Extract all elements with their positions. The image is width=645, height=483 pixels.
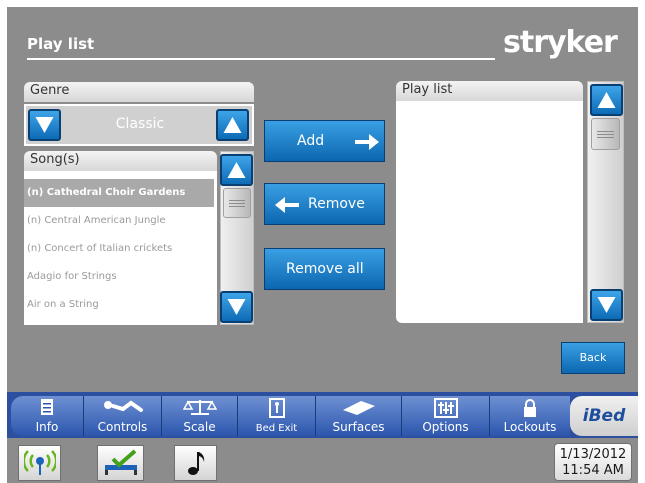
playlist-header: Play list [396,81,583,101]
genre-value: Classic [115,116,165,132]
arrow-up-icon [223,117,242,133]
playlist-scrollbar[interactable] [587,81,624,323]
tab-bed-exit-label: Bed Exit [255,423,298,434]
song-item-3[interactable]: Adagio for Strings [24,263,214,291]
tab-lockouts-label: Lockouts [503,420,557,434]
wireless-button[interactable] [18,445,61,481]
arrow-down-icon [597,297,616,313]
song-item-2[interactable]: (n) Concert of Italian crickets [24,235,214,263]
songs-header: Song(s) [24,151,217,171]
date-text: 1/13/2012 [559,447,627,462]
tab-info[interactable]: Info [11,396,83,436]
page-title: Play list [27,35,95,53]
arrow-up-icon [227,162,246,178]
playlist-scroll-thumb[interactable] [591,118,620,150]
patient-controls-icon [103,400,143,412]
music-button[interactable] [174,445,217,481]
song-list: (n) Cathedral Choir Gardens (n) Central … [24,171,217,325]
scale-icon [182,400,217,415]
tab-controls-label: Controls [97,420,148,434]
song-scroll-down-button[interactable] [220,291,253,323]
tab-surfaces[interactable]: Surfaces [315,396,401,436]
tab-bed-exit[interactable]: Bed Exit [237,396,315,436]
songs-label: Song(s) [30,152,80,167]
bed-exit-icon [268,398,285,418]
add-button[interactable]: Add [264,120,385,162]
stryker-logo: stryker [503,25,618,60]
options-sliders-icon [433,398,458,418]
playlist-scroll-down-button[interactable] [590,289,623,321]
lock-icon [524,399,536,417]
info-icon [41,399,53,415]
screen: Play list stryker Genre Classic Song(s) … [7,7,638,483]
song-scroll-up-button[interactable] [220,154,253,186]
tab-scale-label: Scale [183,420,216,434]
tab-lockouts[interactable]: Lockouts [489,396,570,436]
datetime-display: 1/13/2012 11:54 AM [554,443,632,481]
genre-selector: Classic [24,104,254,146]
song-item-4[interactable]: Air on a String [24,291,214,319]
playlist-list [396,101,583,323]
song-scroll-thumb[interactable] [223,188,251,218]
bed-status-icon [105,449,137,475]
wireless-icon [24,450,56,475]
remove-all-label: Remove all [286,261,364,277]
ibed-tab[interactable]: iBed [570,396,638,436]
add-label: Add [297,133,325,149]
tab-scale[interactable]: Scale [161,396,237,436]
song-item-0[interactable]: (n) Cathedral Choir Gardens [24,179,214,207]
tab-options[interactable]: Options [401,396,489,436]
bed-status-button[interactable] [97,445,144,481]
tab-info-label: Info [35,420,59,434]
tab-options-label: Options [422,420,469,434]
title-divider [27,58,495,60]
time-text: 11:54 AM [562,463,624,478]
remove-all-button[interactable]: Remove all [264,248,385,290]
tab-surfaces-label: Surfaces [332,420,385,434]
remove-label: Remove [308,196,365,212]
remove-button[interactable]: Remove [264,183,385,225]
genre-label: Genre [30,83,70,98]
song-item-1[interactable]: (n) Central American Jungle [24,207,214,235]
arrow-down-icon [35,117,54,133]
genre-header: Genre [24,82,254,102]
arrow-left-icon [275,197,299,213]
surfaces-icon [342,401,375,415]
playlist-scroll-up-button[interactable] [590,84,623,116]
playlist-label: Play list [402,82,453,97]
back-button[interactable]: Back [561,342,625,374]
tab-controls[interactable]: Controls [83,396,161,436]
music-note-icon [188,452,205,475]
arrow-up-icon [597,92,616,108]
arrow-down-icon [227,299,246,315]
genre-down-button[interactable] [28,109,61,141]
arrow-right-icon [355,134,379,150]
genre-up-button[interactable] [216,109,249,141]
